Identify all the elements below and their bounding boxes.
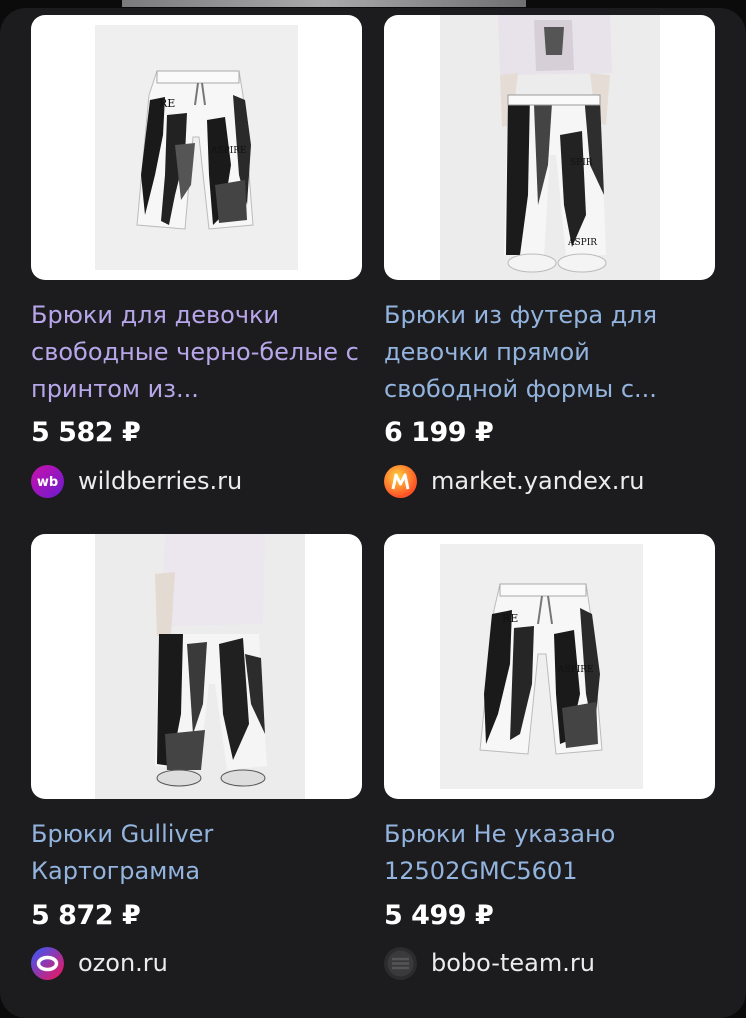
product-source[interactable]: bobo-team.ru [384, 946, 595, 980]
product-title[interactable]: Брюки из футера для девочки прямой свобо… [384, 297, 715, 408]
product-source[interactable]: wb wildberries.ru [31, 464, 242, 498]
product-price: 6 199 ₽ [384, 417, 494, 448]
previous-result-image-edge[interactable] [122, 0, 526, 7]
model-wearing-trousers-photo [95, 534, 305, 799]
svg-text:ASPIR: ASPIR [567, 238, 597, 248]
source-domain: bobo-team.ru [431, 949, 595, 977]
product-title[interactable]: Брюки Не указано 12502GMC5601 [384, 816, 715, 890]
wide-printed-trousers-photo: RE ASPIRE [440, 544, 643, 789]
source-domain: wildberries.ru [78, 467, 243, 495]
yandex-market-logo-icon [384, 464, 417, 498]
product-source[interactable]: ozon.ru [31, 946, 168, 980]
ozon-logo-icon [31, 946, 64, 980]
product-title[interactable]: Брюки для девочки свободные черно-белые … [31, 297, 362, 408]
product-image[interactable]: SPIR ASPIR [384, 15, 715, 280]
product-title[interactable]: Брюки Gulliver Картограмма [31, 816, 362, 890]
product-price: 5 872 ₽ [31, 900, 141, 931]
svg-text:wb: wb [37, 475, 58, 490]
product-image[interactable]: RE ASPIRE [31, 15, 362, 280]
product-image[interactable] [31, 534, 362, 799]
svg-text:RE: RE [502, 612, 518, 625]
svg-text:ASPIRE: ASPIRE [557, 665, 594, 675]
wide-printed-trousers-photo: RE ASPIRE [95, 25, 298, 270]
product-price: 5 582 ₽ [31, 417, 141, 448]
wildberries-logo-icon: wb [31, 464, 64, 498]
svg-text:SPIR: SPIR [570, 158, 593, 168]
svg-text:ASPIRE: ASPIRE [210, 146, 247, 156]
product-source[interactable]: market.yandex.ru [384, 464, 644, 498]
product-price: 5 499 ₽ [384, 900, 494, 931]
product-image[interactable]: RE ASPIRE [384, 534, 715, 799]
shopping-results-panel: RE ASPIRE Брюки для девочки свободные че… [0, 8, 746, 1018]
model-wearing-trousers-photo: SPIR ASPIR [440, 15, 660, 280]
svg-text:RE: RE [159, 97, 175, 110]
source-domain: market.yandex.ru [431, 467, 645, 495]
source-domain: ozon.ru [78, 949, 168, 977]
bobo-team-logo-icon [384, 946, 417, 980]
